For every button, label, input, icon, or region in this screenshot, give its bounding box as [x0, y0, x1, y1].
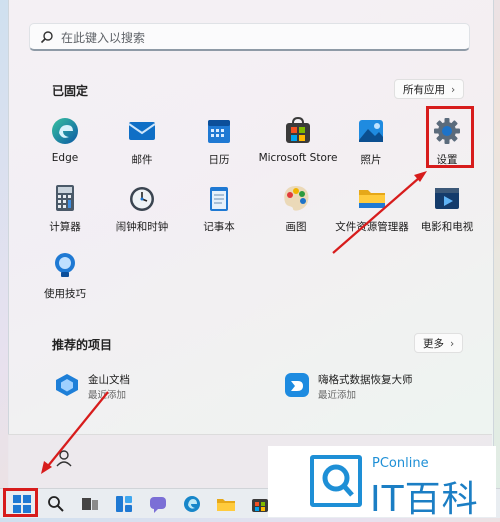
pconline-watermark: PConline IT百科 [268, 446, 496, 520]
pconline-logo-icon [310, 455, 362, 507]
watermark-brand: PConline [372, 456, 429, 471]
watermark-title: IT百科 [370, 479, 479, 520]
annotation-arrows [41, 171, 427, 474]
